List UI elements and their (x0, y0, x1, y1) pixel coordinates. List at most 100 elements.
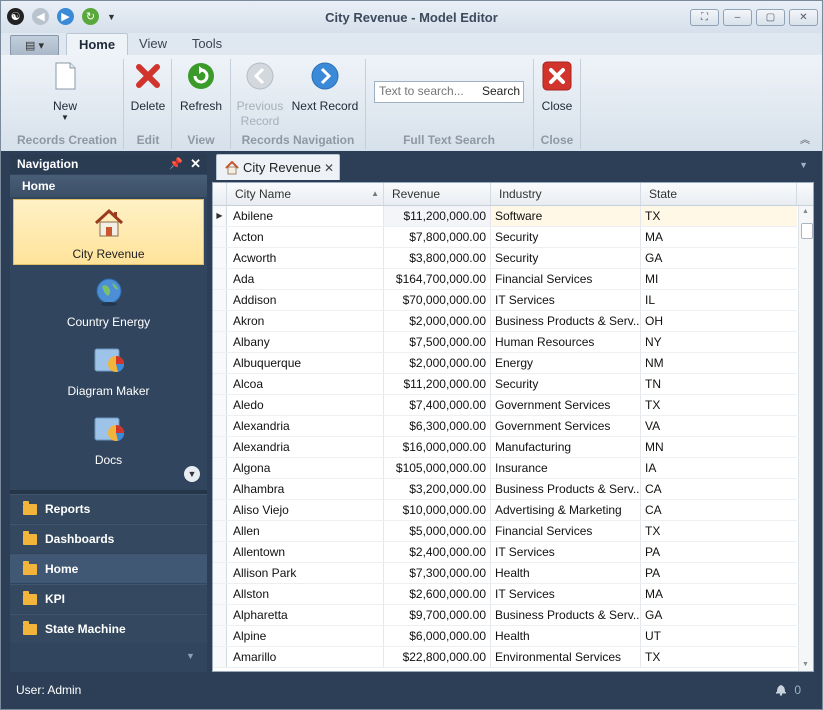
table-row[interactable]: Addison $70,000,000.00 IT Services IL (213, 290, 797, 311)
cell-state[interactable]: PA (641, 563, 797, 583)
cell-industry[interactable]: IT Services (491, 542, 641, 562)
column-header-state[interactable]: State (641, 183, 797, 205)
cell-revenue[interactable]: $2,400,000.00 (384, 542, 491, 562)
cell-city-name[interactable]: Addison (227, 290, 384, 310)
cell-city-name[interactable]: Amarillo (227, 647, 384, 667)
cell-industry[interactable]: Business Products & Serv... (491, 311, 641, 331)
nav-item-country-energy[interactable]: Country Energy (13, 268, 204, 334)
cell-industry[interactable]: Manufacturing (491, 437, 641, 457)
cell-industry[interactable]: IT Services (491, 290, 641, 310)
row-indicator[interactable] (213, 521, 227, 541)
cell-industry[interactable]: Energy (491, 353, 641, 373)
cell-city-name[interactable]: Ada (227, 269, 384, 289)
cell-revenue[interactable]: $2,000,000.00 (384, 311, 491, 331)
nav-scroll-down-button[interactable]: ▼ (184, 466, 200, 482)
cell-industry[interactable]: Security (491, 248, 641, 268)
table-row[interactable]: Alhambra $3,200,000.00 Business Products &… (213, 479, 797, 500)
nav-category-kpi[interactable]: KPI (10, 584, 207, 613)
scroll-up-icon[interactable]: ▲ (802, 208, 809, 215)
cell-revenue[interactable]: $3,800,000.00 (384, 248, 491, 268)
focused-row-indicator-icon[interactable]: ▶ (213, 206, 227, 226)
table-row[interactable]: Alpharetta $9,700,000.00 Business Products… (213, 605, 797, 626)
table-row[interactable]: Acworth $3,800,000.00 Security GA (213, 248, 797, 269)
search-input[interactable] (375, 82, 479, 100)
cell-industry[interactable]: Human Resources (491, 332, 641, 352)
cell-state[interactable]: NM (641, 353, 797, 373)
cell-industry[interactable]: Environmental Services (491, 647, 641, 667)
table-row[interactable]: Ada $164,700,000.00 Financial Services MI (213, 269, 797, 290)
nav-item-diagram-maker[interactable]: Diagram Maker (13, 337, 204, 403)
cell-revenue[interactable]: $16,000,000.00 (384, 437, 491, 457)
cell-city-name[interactable]: Allston (227, 584, 384, 604)
row-indicator[interactable] (213, 437, 227, 457)
cell-state[interactable]: MA (641, 584, 797, 604)
search-button[interactable]: Search (482, 84, 520, 98)
cell-industry[interactable]: Business Products & Serv... (491, 479, 641, 499)
cell-city-name[interactable]: Allen (227, 521, 384, 541)
cell-revenue[interactable]: $7,500,000.00 (384, 332, 491, 352)
cell-city-name[interactable]: Allentown (227, 542, 384, 562)
row-indicator[interactable] (213, 647, 227, 667)
column-header-industry[interactable]: Industry (491, 183, 641, 205)
cell-industry[interactable]: IT Services (491, 584, 641, 604)
row-indicator[interactable] (213, 416, 227, 436)
fullscreen-button[interactable]: ⛶ (690, 9, 719, 26)
table-row[interactable]: Alexandria $16,000,000.00 Manufacturing MN (213, 437, 797, 458)
cell-city-name[interactable]: Alpharetta (227, 605, 384, 625)
cell-industry[interactable]: Health (491, 626, 641, 646)
scroll-thumb[interactable] (801, 223, 813, 239)
cell-city-name[interactable]: Aledo (227, 395, 384, 415)
row-indicator[interactable] (213, 332, 227, 352)
table-row[interactable]: Alpine $6,000,000.00 Health UT (213, 626, 797, 647)
cell-industry[interactable]: Financial Services (491, 269, 641, 289)
cell-city-name[interactable]: Alpine (227, 626, 384, 646)
next-record-button[interactable]: Next Record (291, 61, 359, 113)
cell-state[interactable]: MN (641, 437, 797, 457)
maximize-button[interactable]: ▢ (756, 9, 785, 26)
cell-industry[interactable]: Business Products & Serv... (491, 605, 641, 625)
table-row[interactable]: ▶ Abilene $11,200,000.00 Software TX (213, 206, 797, 227)
row-indicator[interactable] (213, 479, 227, 499)
table-row[interactable]: Aledo $7,400,000.00 Government Services TX (213, 395, 797, 416)
close-window-button[interactable]: ✕ (789, 9, 818, 26)
pin-icon[interactable]: 📌 (169, 154, 183, 174)
refresh-button[interactable]: Refresh (175, 61, 227, 113)
table-row[interactable]: Algona $105,000,000.00 Insurance IA (213, 458, 797, 479)
cell-city-name[interactable]: Abilene (227, 206, 384, 226)
cell-revenue[interactable]: $11,200,000.00 (384, 206, 491, 226)
cell-state[interactable]: IA (641, 458, 797, 478)
cell-revenue[interactable]: $7,800,000.00 (384, 227, 491, 247)
table-row[interactable]: Allison Park $7,300,000.00 Health PA (213, 563, 797, 584)
row-indicator[interactable] (213, 542, 227, 562)
cell-industry[interactable]: Financial Services (491, 521, 641, 541)
table-row[interactable]: Albany $7,500,000.00 Human Resources NY (213, 332, 797, 353)
scroll-down-icon[interactable]: ▼ (802, 661, 809, 668)
nav-category-state-machine[interactable]: State Machine (10, 614, 207, 643)
cell-state[interactable]: GA (641, 248, 797, 268)
cell-city-name[interactable]: Acworth (227, 248, 384, 268)
close-button[interactable]: Close (536, 61, 578, 113)
cell-state[interactable]: TN (641, 374, 797, 394)
column-header-city-name[interactable]: City Name ▲ (227, 183, 384, 205)
cell-city-name[interactable]: Albuquerque (227, 353, 384, 373)
cell-revenue[interactable]: $22,800,000.00 (384, 647, 491, 667)
tab-home[interactable]: Home (66, 33, 128, 56)
row-indicator[interactable] (213, 563, 227, 583)
row-indicator[interactable] (213, 353, 227, 373)
row-indicator[interactable] (213, 584, 227, 604)
row-indicator[interactable] (213, 500, 227, 520)
cell-state[interactable]: CA (641, 479, 797, 499)
bell-icon[interactable] (774, 682, 788, 696)
cell-city-name[interactable]: Akron (227, 311, 384, 331)
column-header-revenue[interactable]: Revenue (384, 183, 491, 205)
cell-city-name[interactable]: Alexandria (227, 416, 384, 436)
cell-revenue[interactable]: $7,400,000.00 (384, 395, 491, 415)
row-indicator[interactable] (213, 458, 227, 478)
cell-industry[interactable]: Security (491, 374, 641, 394)
cell-revenue[interactable]: $5,000,000.00 (384, 521, 491, 541)
row-indicator[interactable] (213, 605, 227, 625)
new-button[interactable]: New ▼ (41, 61, 89, 122)
close-tab-icon[interactable]: ✕ (324, 155, 334, 181)
row-indicator[interactable] (213, 269, 227, 289)
close-navigation-icon[interactable]: ✕ (190, 154, 201, 174)
